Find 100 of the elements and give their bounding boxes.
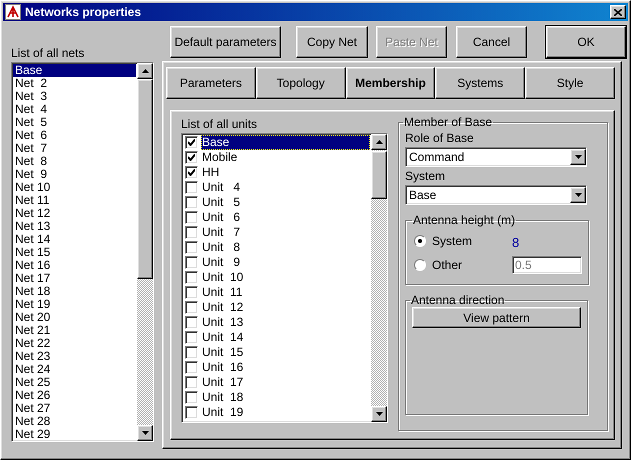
unit-item[interactable]: Unit 10 — [201, 270, 370, 285]
dialog-button[interactable]: Copy Net — [296, 26, 368, 58]
tab[interactable]: Systems — [435, 67, 526, 99]
checkbox[interactable] — [185, 166, 198, 179]
unit-item[interactable]: Unit 15 — [201, 345, 370, 360]
net-item[interactable]: Net 21 — [13, 324, 136, 337]
net-item[interactable]: Net 23 — [13, 350, 136, 363]
scroll-down-button[interactable] — [371, 406, 387, 422]
scroll-up-icon — [376, 140, 382, 144]
scroll-down-icon — [376, 412, 382, 416]
unit-item[interactable]: Unit 16 — [201, 360, 370, 375]
role-dropdown[interactable]: Command — [405, 147, 587, 167]
net-item[interactable]: Net 24 — [13, 363, 136, 376]
checkbox[interactable] — [185, 376, 198, 389]
checkbox[interactable] — [185, 391, 198, 404]
checkbox[interactable] — [185, 361, 198, 374]
checkbox[interactable] — [185, 406, 198, 419]
dialog-button[interactable]: OK — [546, 26, 626, 58]
dialog-button[interactable]: Cancel — [456, 26, 527, 58]
tab[interactable]: Membership — [346, 67, 436, 99]
radio-button[interactable] — [414, 235, 426, 247]
scroll-down-icon — [574, 155, 582, 159]
unit-item[interactable]: Unit 11 — [201, 285, 370, 300]
check-icon — [188, 154, 195, 161]
net-item[interactable]: Net 27 — [13, 402, 136, 415]
checkbox[interactable] — [185, 331, 198, 344]
system-dropdown[interactable]: Base — [405, 185, 587, 205]
tab[interactable]: Parameters — [166, 67, 256, 99]
net-item[interactable]: Net 19 — [13, 298, 136, 311]
unit-item[interactable]: Unit 6 — [201, 210, 370, 225]
unit-item[interactable]: HH — [201, 165, 370, 180]
unit-item[interactable]: Unit 7 — [201, 225, 370, 240]
scroll-down-button[interactable] — [137, 425, 153, 441]
tab[interactable]: Style — [525, 67, 615, 99]
checkbox[interactable] — [185, 181, 198, 194]
unit-item[interactable]: Unit 14 — [201, 330, 370, 345]
net-item[interactable]: Base — [13, 64, 136, 77]
dialog-button[interactable]: Default parameters — [170, 26, 281, 58]
net-item[interactable]: Net 15 — [13, 246, 136, 259]
net-item[interactable]: Net 11 — [13, 194, 136, 207]
net-item[interactable]: Net 25 — [13, 376, 136, 389]
unit-item[interactable]: Unit 12 — [201, 300, 370, 315]
checkbox[interactable] — [185, 256, 198, 269]
net-item[interactable]: Net 18 — [13, 285, 136, 298]
net-item[interactable]: Net 10 — [13, 181, 136, 194]
unit-item[interactable]: Unit 13 — [201, 315, 370, 330]
net-item[interactable]: Net 14 — [13, 233, 136, 246]
checkbox[interactable] — [185, 241, 198, 254]
checkbox[interactable] — [185, 286, 198, 299]
checkbox[interactable] — [185, 346, 198, 359]
scrollbar[interactable] — [137, 63, 153, 441]
net-item[interactable]: Net 13 — [13, 220, 136, 233]
net-item[interactable]: Net 4 — [13, 103, 136, 116]
net-item[interactable]: Net 2 — [13, 77, 136, 90]
checkbox[interactable] — [185, 271, 198, 284]
checkbox[interactable] — [185, 226, 198, 239]
list-label: List of all units — [181, 116, 258, 133]
unit-item[interactable]: Unit 19 — [201, 405, 370, 420]
net-item[interactable]: Net 22 — [13, 337, 136, 350]
net-item[interactable]: Net 20 — [13, 311, 136, 324]
net-item[interactable]: Net 6 — [13, 129, 136, 142]
unit-item[interactable]: Unit 5 — [201, 195, 370, 210]
radio-label[interactable]: System — [432, 234, 472, 248]
net-item[interactable]: Net 17 — [13, 272, 136, 285]
unit-item[interactable]: Unit 17 — [201, 375, 370, 390]
scroll-up-button[interactable] — [371, 134, 387, 150]
close-button[interactable] — [610, 5, 626, 19]
checkbox[interactable] — [185, 136, 198, 149]
unit-item[interactable]: Mobile — [201, 150, 370, 165]
view-pattern-button[interactable]: View pattern — [412, 307, 581, 328]
net-item[interactable]: Net 7 — [13, 142, 136, 155]
net-item[interactable]: Net 9 — [13, 168, 136, 181]
unit-item[interactable]: Unit 9 — [201, 255, 370, 270]
scrollbar[interactable] — [371, 134, 387, 422]
tab[interactable]: Topology — [256, 67, 346, 99]
unit-item[interactable]: Unit 18 — [201, 390, 370, 405]
net-item[interactable]: Net 3 — [13, 90, 136, 103]
units-list[interactable]: Base Mobile HH Unit 4 Unit 5 Unit 6 Unit 7 Unit 8 Unit 9 Unit 10 Unit 11 Unit 12 Unit 13 Unit 14 Unit 15 Unit 16 Unit 17 Unit 18 Unit 19 — [181, 133, 388, 423]
unit-item[interactable]: Unit 4 — [201, 180, 370, 195]
checkbox[interactable] — [185, 211, 198, 224]
checkbox[interactable] — [185, 301, 198, 314]
nets-list[interactable]: Base Net 2 Net 3 Net 4 Net 5 Net 6 Net 7 Net 8 Net 9 Net 10 Net 11 Net 12 Net 13 Net 14 Net 15 Net 16 Net 17 Net 18 Net 19 Net 20 Net 21 Net 22 Net 23 Net 24 Net 25 Net 26 Net 27 Net 28 Net 29 — [11, 62, 154, 442]
net-item[interactable]: Net 28 — [13, 415, 136, 428]
unit-item[interactable]: Base — [201, 135, 370, 150]
dropdown-button[interactable] — [570, 187, 586, 203]
net-item[interactable]: Net 8 — [13, 155, 136, 168]
checkbox[interactable] — [185, 151, 198, 164]
net-item[interactable]: Net 5 — [13, 116, 136, 129]
checkbox[interactable] — [185, 316, 198, 329]
scroll-thumb[interactable] — [371, 151, 387, 199]
net-item[interactable]: Net 12 — [13, 207, 136, 220]
net-item[interactable]: Net 16 — [13, 259, 136, 272]
scroll-thumb[interactable] — [137, 79, 153, 279]
checkbox[interactable] — [185, 196, 198, 209]
unit-item[interactable]: Unit 8 — [201, 240, 370, 255]
net-item[interactable]: Net 26 — [13, 389, 136, 402]
net-item[interactable]: Net 29 — [13, 428, 136, 441]
group-title: Antenna height (m) — [412, 213, 516, 227]
dropdown-button[interactable] — [570, 149, 586, 165]
scroll-up-button[interactable] — [137, 63, 153, 79]
